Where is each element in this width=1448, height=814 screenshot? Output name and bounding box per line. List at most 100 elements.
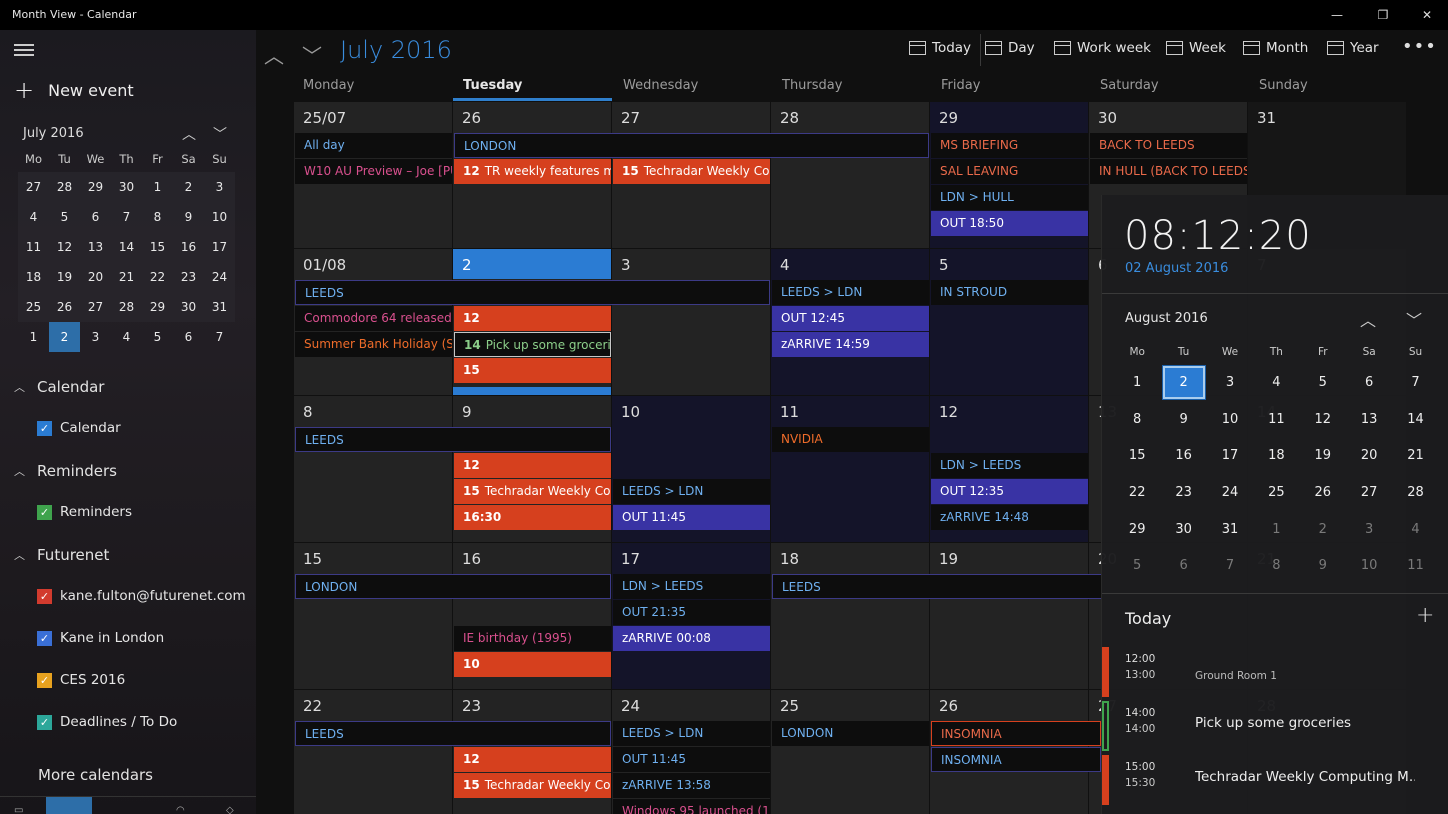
day-cell[interactable]: 8	[294, 396, 452, 542]
mini-day-cell[interactable]: 27	[80, 292, 111, 322]
mini-day-cell[interactable]: 23	[173, 262, 204, 292]
event-nvidia[interactable]: NVIDIA	[772, 427, 929, 452]
close-button[interactable]: ✕	[1404, 0, 1448, 30]
event-in-stroud[interactable]: IN STROUD	[931, 280, 1088, 305]
month-view-button[interactable]: Month	[1243, 40, 1308, 56]
flyout-day-cell[interactable]: 11	[1392, 547, 1438, 584]
flyout-day-cell[interactable]: 5	[1300, 364, 1346, 401]
flyout-day-cell[interactable]: 15	[1114, 437, 1160, 474]
event-out-1145[interactable]: OUT 11:45	[613, 505, 770, 530]
day-cell[interactable]: 18	[771, 543, 929, 689]
event-zarrive-1448[interactable]: zARRIVE 14:48	[931, 505, 1088, 530]
flyout-day-cell[interactable]: 2	[1300, 511, 1346, 548]
event-w10-preview[interactable]: W10 AU Preview – Joe [PU	[295, 159, 452, 184]
week-view-button[interactable]: Week	[1166, 40, 1226, 56]
event-all-day[interactable]: All day	[295, 133, 452, 158]
flyout-day-cell[interactable]: 18	[1253, 437, 1299, 474]
flyout-day-cell[interactable]: 10	[1346, 547, 1392, 584]
mini-calendar-title[interactable]: July 2016	[23, 126, 84, 141]
calendar-item-calendar[interactable]: ✓ Calendar	[37, 420, 121, 436]
calendar-item-ces-2016[interactable]: ✓ CES 2016	[37, 672, 125, 688]
flyout-day-cell[interactable]: 12	[1300, 401, 1346, 438]
flyout-day-cell[interactable]: 22	[1114, 474, 1160, 511]
day-cell[interactable]: 28	[771, 102, 929, 248]
flyout-day-cell[interactable]: 1	[1114, 364, 1160, 401]
mini-day-cell[interactable]: 22	[142, 262, 173, 292]
event-tr-weekly-features[interactable]: 12TR weekly features mee	[454, 159, 611, 184]
mail-icon[interactable]: ▭	[14, 805, 23, 814]
checkbox-icon[interactable]: ✓	[37, 420, 52, 436]
mini-day-cell[interactable]: 20	[80, 262, 111, 292]
checkbox-icon[interactable]: ✓	[37, 672, 52, 688]
event-insomnia[interactable]: INSOMNIA	[931, 747, 1101, 772]
event-out-1245[interactable]: OUT 12:45	[772, 306, 929, 331]
event-noon[interactable]: 12	[454, 306, 611, 331]
mini-day-cell[interactable]: 7	[204, 322, 235, 352]
flyout-day-cell[interactable]: 21	[1392, 437, 1438, 474]
restore-button[interactable]: ❐	[1360, 0, 1406, 30]
mini-day-cell[interactable]: 10	[204, 202, 235, 232]
event-ldn-leeds[interactable]: LDN > LEEDS	[931, 453, 1088, 478]
mini-day-cell[interactable]: 9	[173, 202, 204, 232]
people-icon[interactable]: ◠	[176, 805, 185, 814]
flyout-day-cell[interactable]: 30	[1160, 511, 1206, 548]
agenda-item[interactable]: 15:00 15:30 Techradar Weekly Computing M..…	[1102, 755, 1448, 807]
event-leeds-ldn[interactable]: LEEDS > LDN	[613, 479, 770, 504]
month-title[interactable]: July 2016	[340, 36, 452, 64]
event-london[interactable]: LONDON	[295, 574, 611, 599]
flyout-day-cell[interactable]: 20	[1346, 437, 1392, 474]
flyout-day-cell[interactable]: 31	[1207, 511, 1253, 548]
feedback-icon[interactable]: ◇	[226, 805, 234, 814]
checkbox-icon[interactable]: ✓	[37, 714, 52, 730]
add-event-icon[interactable]: +	[1416, 603, 1434, 628]
event-ten[interactable]: 10	[454, 652, 611, 677]
year-view-button[interactable]: Year	[1327, 40, 1379, 56]
day-view-button[interactable]: Day	[985, 40, 1035, 56]
flyout-day-cell[interactable]: 7	[1207, 547, 1253, 584]
event-leeds[interactable]: LEEDS	[295, 721, 611, 746]
new-event-button[interactable]: + New event	[14, 78, 134, 102]
day-cell[interactable]: 25	[771, 690, 929, 814]
flyout-next-month-icon[interactable]: ﹀	[1406, 307, 1422, 331]
event-summer-bank-holiday[interactable]: Summer Bank Holiday (Sco	[295, 332, 452, 357]
mini-next-month-icon[interactable]: ﹀	[213, 124, 227, 144]
event-out-1235[interactable]: OUT 12:35	[931, 479, 1088, 504]
day-cell[interactable]: 19	[930, 543, 1088, 689]
flyout-day-cell[interactable]: 27	[1346, 474, 1392, 511]
mini-day-cell[interactable]: 24	[204, 262, 235, 292]
checkbox-icon[interactable]: ✓	[37, 504, 52, 520]
minimize-button[interactable]: —	[1314, 0, 1360, 30]
flyout-day-cell[interactable]: 7	[1392, 364, 1438, 401]
mini-day-cell[interactable]: 27	[18, 172, 49, 202]
work-week-button[interactable]: Work week	[1054, 40, 1151, 56]
mini-day-cell[interactable]: 11	[18, 232, 49, 262]
mini-day-cell[interactable]: 17	[204, 232, 235, 262]
event-out-2135[interactable]: OUT 21:35	[613, 600, 770, 625]
flyout-day-cell[interactable]: 23	[1160, 474, 1206, 511]
event-zarrive-1358[interactable]: zARRIVE 13:58	[613, 773, 770, 798]
mini-day-cell[interactable]: 1	[142, 172, 173, 202]
flyout-day-cell[interactable]: 4	[1253, 364, 1299, 401]
section-calendar[interactable]: ︿ Calendar	[14, 378, 104, 396]
event-leeds[interactable]: LEEDS	[295, 427, 611, 452]
flyout-day-cell[interactable]: 17	[1207, 437, 1253, 474]
flyout-day-cell[interactable]: 14	[1392, 401, 1438, 438]
mini-day-cell[interactable]: 15	[142, 232, 173, 262]
event-ie-birthday[interactable]: IE birthday (1995)	[454, 626, 611, 651]
mini-day-cell[interactable]: 21	[111, 262, 142, 292]
mini-day-cell[interactable]: 5	[49, 202, 80, 232]
more-options-icon[interactable]: •••	[1402, 36, 1437, 57]
mini-day-cell[interactable]: 4	[18, 202, 49, 232]
flyout-prev-month-icon[interactable]: ︿	[1360, 307, 1376, 331]
flyout-day-cell[interactable]: 25	[1253, 474, 1299, 511]
mini-day-cell[interactable]: 29	[142, 292, 173, 322]
calendar-app-button[interactable]	[46, 797, 92, 814]
event-1630[interactable]: 16:30	[454, 505, 611, 530]
event-sal-leaving[interactable]: SAL LEAVING	[931, 159, 1088, 184]
mini-day-cell[interactable]: 28	[111, 292, 142, 322]
mini-day-cell[interactable]: 26	[49, 292, 80, 322]
event-out-1145[interactable]: OUT 11:45	[613, 747, 770, 772]
mini-day-cell[interactable]: 4	[111, 322, 142, 352]
flyout-day-cell[interactable]: 9	[1300, 547, 1346, 584]
calendar-item-deadlines[interactable]: ✓ Deadlines / To Do	[37, 714, 177, 730]
